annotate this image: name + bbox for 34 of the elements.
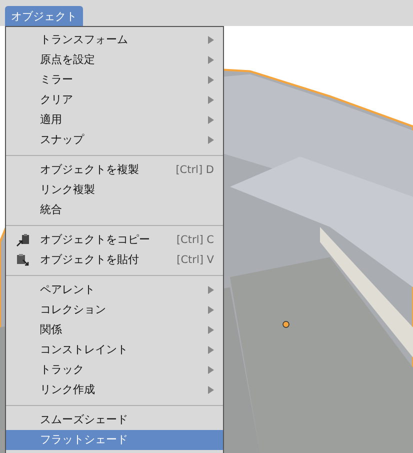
menu-item[interactable]: リンク作成: [6, 380, 223, 400]
menu-item[interactable]: コレクション: [6, 300, 223, 320]
submenu-arrow-icon: [208, 76, 214, 84]
menu-item[interactable]: コンストレイント: [6, 340, 223, 360]
menu-item[interactable]: 適用: [6, 110, 223, 130]
menu-item[interactable]: 統合: [6, 200, 223, 220]
submenu-arrow-icon: [208, 326, 214, 334]
submenu-arrow-icon: [208, 136, 214, 144]
menu-item[interactable]: ペアレント: [6, 280, 223, 300]
menu-item[interactable]: リンク複製: [6, 180, 223, 200]
submenu-arrow-icon: [208, 346, 214, 354]
submenu-arrow-icon: [208, 36, 214, 44]
menu-item[interactable]: 関係: [6, 320, 223, 340]
clipboard-arrow-icon: [16, 233, 30, 247]
clipboard-arrow-icon: [16, 253, 30, 267]
menu-item[interactable]: オブジェクトを貼付 [Ctrl] V: [6, 250, 223, 270]
submenu-arrow-icon: [208, 366, 214, 374]
submenu-arrow-icon: [208, 116, 214, 124]
submenu-arrow-icon: [208, 56, 214, 64]
menu-item[interactable]: 原点を設定: [6, 50, 223, 70]
menu-item[interactable]: オブジェクトをコピー [Ctrl] C: [6, 230, 223, 250]
menu-item[interactable]: オブジェクトを複製 [Ctrl] D: [6, 160, 223, 180]
submenu-arrow-icon: [208, 386, 214, 394]
menu-item[interactable]: フラットシェード: [6, 430, 223, 450]
menu-item[interactable]: スナップ: [6, 130, 223, 150]
menu-item[interactable]: スムーズシェード: [6, 410, 223, 430]
menu-item[interactable]: ミラー: [6, 70, 223, 90]
submenu-arrow-icon: [208, 306, 214, 314]
submenu-arrow-icon: [208, 286, 214, 294]
menu-item[interactable]: クリア: [6, 90, 223, 110]
menu-item[interactable]: トランスフォーム: [6, 30, 223, 50]
object-menu-tab[interactable]: オブジェクト: [5, 6, 83, 26]
submenu-arrow-icon: [208, 96, 214, 104]
menu-item[interactable]: トラック: [6, 360, 223, 380]
